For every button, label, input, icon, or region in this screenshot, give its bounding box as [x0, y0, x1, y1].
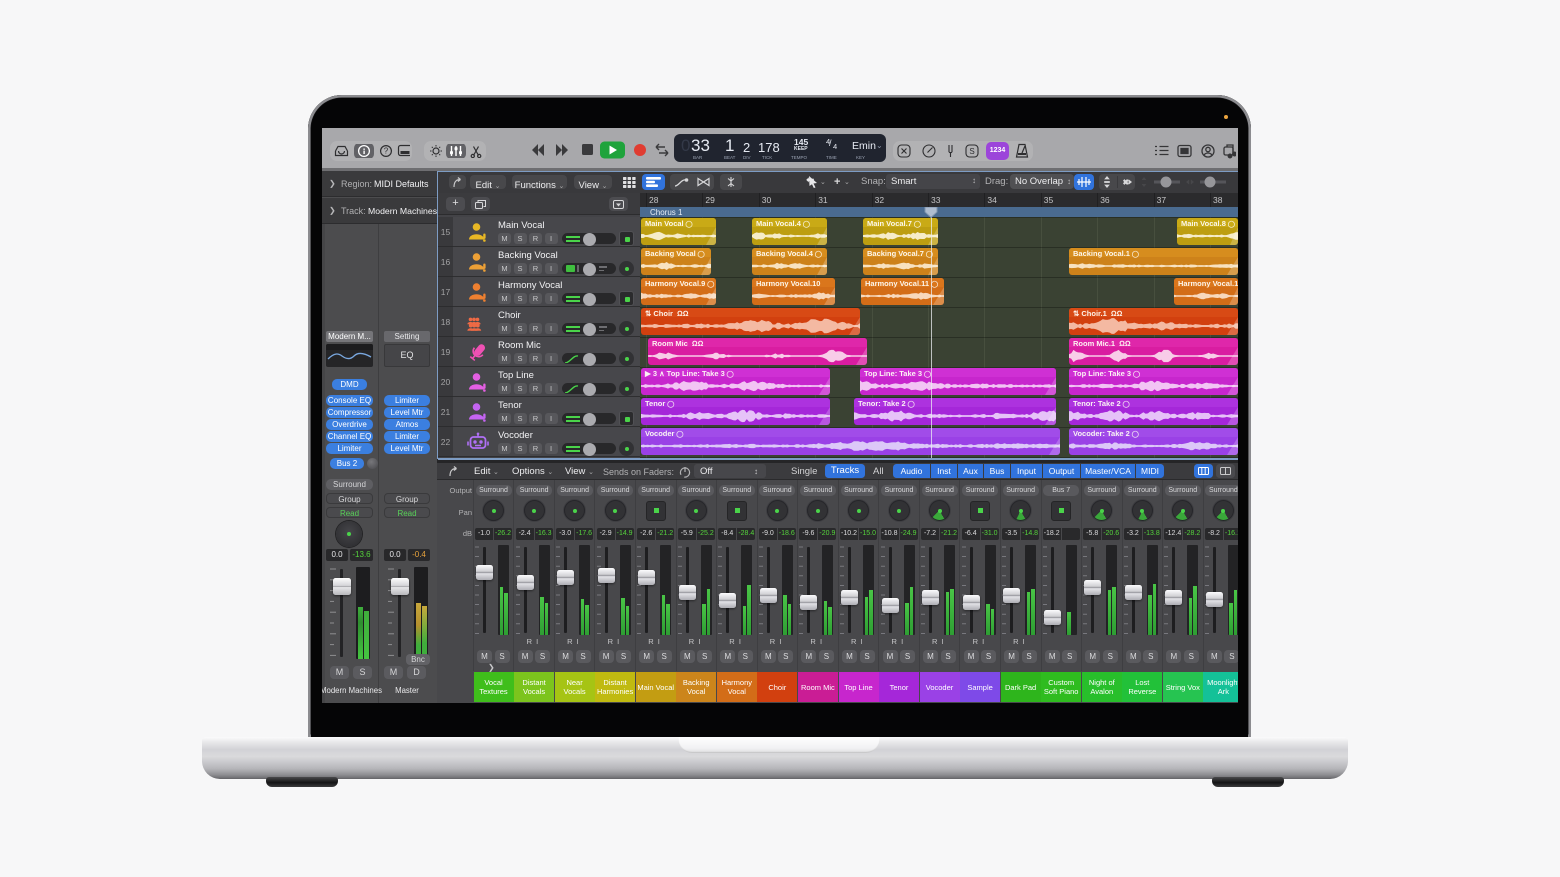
svg-text:S: S — [969, 147, 974, 156]
